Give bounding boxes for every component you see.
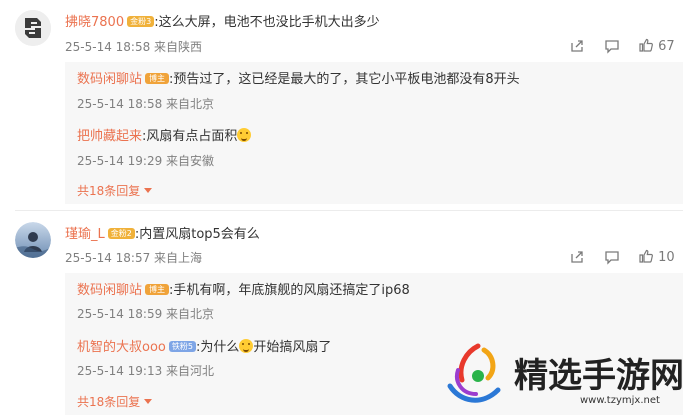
reply-header: 机智的大叔ooo 铁粉5:为什么 开始搞风扇了 [77,336,331,355]
more-replies-label: 共18条回复 [77,395,141,409]
reply-text: :为什么 [195,340,240,355]
like-icon [639,38,653,52]
like-button[interactable]: 10 [638,248,675,265]
reply-meta: 25-5-14 19:29 来自安徽 [77,154,215,168]
reply-text: 开始搞风扇了 [253,340,332,355]
avatar-photo [15,222,51,258]
comment-meta: 25-5-14 18:58 来自陕西 [65,40,203,54]
like-count: 10 [658,250,675,265]
fan-badge: 金粉2 [107,228,135,239]
more-replies-link[interactable]: 共18条回复 [77,182,153,199]
comment-meta: 25-5-14 18:57 来自上海 [65,251,203,265]
share-icon [571,40,583,52]
emoji-icon [239,339,254,353]
watermark-title: 精选手游网 [514,356,684,396]
reply-meta: 25-5-14 18:59 来自北京 [77,307,215,321]
like-icon [639,249,653,263]
reply-header: 把帅藏起来:风扇有点占面积 [77,125,252,144]
comment-author[interactable]: 拂晓7800 [65,15,124,30]
comment-header-1: 拂晓7800 金粉3:这么大屏，电池不也没比手机大出多少 [65,11,380,30]
share-button[interactable] [569,38,585,58]
fan-badge: 金粉3 [127,16,155,27]
caret-down-icon [144,188,153,193]
reply-author[interactable]: 数码闲聊站 [77,283,142,298]
avatar-s-logo [15,10,51,46]
comment-divider [15,210,683,211]
site-watermark: 精选手游网 www.tzymjx.net [440,338,690,413]
reply-author[interactable]: 数码闲聊站 [77,72,142,87]
host-badge: 博主 [145,284,170,295]
watermark-url: www.tzymjx.net [580,395,660,406]
like-button[interactable]: 67 [638,37,675,54]
like-count: 67 [658,39,675,54]
comment-button[interactable] [604,249,620,269]
comment-icon [605,40,619,54]
comment-header-2: 瑾瑜_L 金粉2:内置风扇top5会有么 [65,223,260,242]
reply-header: 数码闲聊站 博主:手机有啊，年底旗舰的风扇还搞定了ip68 [77,279,410,298]
share-button[interactable] [569,249,585,269]
avatar-fuxiao[interactable] [15,10,51,46]
watermark-logo-icon [447,343,501,403]
emoji-icon [237,128,252,142]
reply-text: :手机有啊，年底旗舰的风扇还搞定了ip68 [169,283,410,298]
more-replies-link[interactable]: 共18条回复 [77,393,153,410]
reply-meta: 25-5-14 19:13 来自河北 [77,364,215,378]
reply-author[interactable]: 机智的大叔ooo [77,340,166,355]
reply-text: :预告过了，这已经是最大的了，其它小平板电池都没有8开头 [169,72,520,87]
reply-text: :风扇有点占面积 [142,129,238,144]
comment-button[interactable] [604,38,620,58]
comment-text: :内置风扇top5会有么 [134,227,260,242]
comment-author[interactable]: 瑾瑜_L [65,227,105,242]
avatar-jinyu[interactable] [15,222,51,258]
comment-text: :这么大屏，电池不也没比手机大出多少 [154,15,380,30]
comment-icon [605,251,619,265]
reply-meta: 25-5-14 18:58 来自北京 [77,97,215,111]
host-badge: 博主 [145,73,170,84]
more-replies-label: 共18条回复 [77,184,141,198]
reply-author[interactable]: 把帅藏起来 [77,129,142,144]
reply-header: 数码闲聊站 博主:预告过了，这已经是最大的了，其它小平板电池都没有8开头 [77,68,520,87]
share-icon [571,251,583,263]
fan-badge: 铁粉5 [168,341,196,352]
caret-down-icon [144,399,153,404]
